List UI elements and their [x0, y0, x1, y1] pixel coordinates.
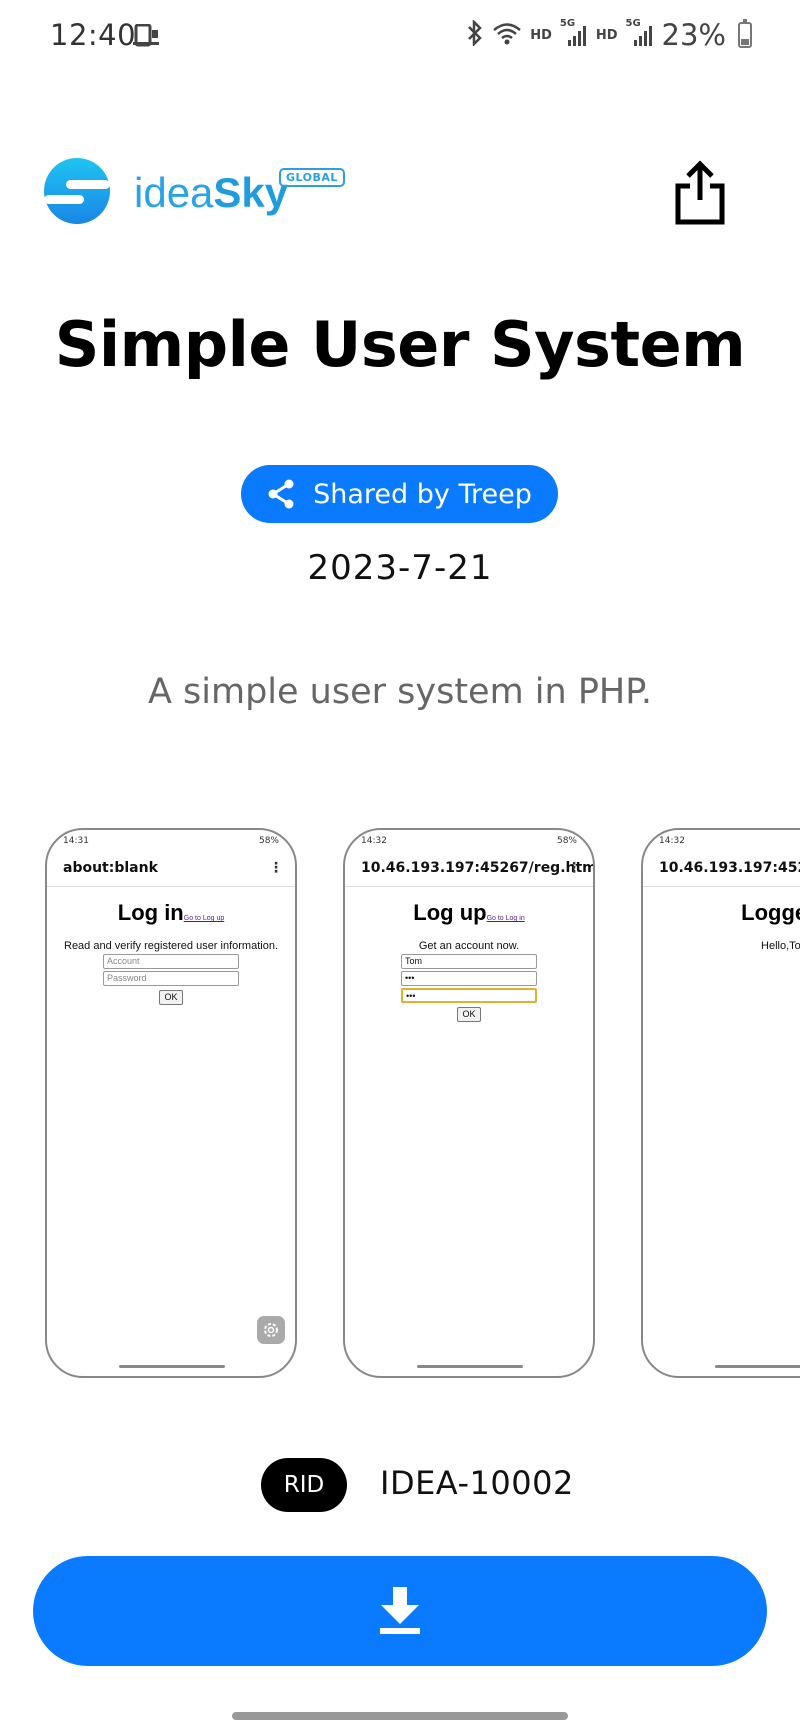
app-description: A simple user system in PHP.	[147, 672, 653, 712]
mini-status-time: 14:32	[659, 836, 685, 846]
battery-percent: 23%	[661, 18, 726, 52]
mini-heading: Logged i	[741, 900, 800, 925]
mini-status-battery: 58%	[556, 836, 577, 846]
mini-input: Account	[103, 954, 239, 969]
mini-input: •••	[401, 988, 537, 1003]
mini-ok-button: OK	[159, 990, 183, 1005]
mini-url: 10.46.193.197:45267/s	[659, 860, 800, 876]
mini-text: Hello,Tom!	[761, 940, 800, 952]
status-icons: HD 5G HD 5G 23%	[466, 18, 752, 52]
logo-global-badge: GLOBAL	[279, 168, 345, 187]
screenshot-login[interactable]: 14:31 58% about:blank ⋮ Log inGo to Log u…	[45, 828, 297, 1378]
ideasky-logo: ideaSky	[44, 158, 288, 224]
download-icon	[380, 1587, 420, 1634]
screen-share-icon	[132, 23, 160, 54]
status-bar: 12:40 HD 5G HD 5G 23%	[0, 0, 800, 78]
mini-status-battery: 58%	[258, 836, 279, 846]
share-icon	[268, 479, 294, 509]
screenshot-logged-in[interactable]: 14:32 10.46.193.197:45267/s Logged i Hel…	[641, 828, 800, 1378]
screenshot-carousel[interactable]: 14:31 58% about:blank ⋮ Log inGo to Log u…	[0, 828, 800, 1380]
page-title: Simple User System	[54, 308, 746, 381]
signal-icon-1: 5G	[560, 18, 588, 48]
mini-input: •••	[401, 971, 537, 986]
kebab-menu-icon: ⋮	[269, 860, 283, 876]
logo-wordmark: ideaSky	[134, 169, 289, 216]
wifi-icon	[492, 20, 522, 50]
mini-url: about:blank	[63, 860, 158, 876]
mini-heading: Log inGo to Log up	[117, 900, 225, 925]
gear-icon	[257, 1316, 285, 1344]
network-label-2: HD	[595, 27, 618, 43]
share-upload-icon	[675, 160, 725, 225]
mini-text: Read and verify registered user informat…	[64, 940, 278, 952]
kebab-menu-icon: ⋮	[567, 860, 581, 876]
screenshot-register[interactable]: 14:32 58% 10.46.193.197:45267/reg.html ⋮ …	[343, 828, 595, 1378]
rid-value: IDEA-10002	[380, 1464, 574, 1502]
share-button[interactable]	[672, 160, 728, 226]
signal-icon-2: 5G	[626, 18, 654, 48]
download-button[interactable]	[33, 1556, 767, 1666]
mini-input: Password	[103, 971, 239, 986]
battery-icon	[738, 19, 752, 48]
home-indicator[interactable]	[232, 1712, 568, 1720]
network-label-1: HD	[530, 27, 552, 43]
shared-by-label: Shared by Treep	[313, 478, 532, 510]
share-date: 2023-7-21	[307, 548, 493, 588]
mini-text: Get an account now.	[418, 940, 520, 952]
status-time: 12:40	[50, 18, 137, 52]
mini-status-time: 14:32	[361, 836, 387, 846]
ideasky-logo-icon	[44, 158, 110, 224]
mini-url: 10.46.193.197:45267/reg.html	[361, 860, 595, 876]
mini-input: Tom	[401, 954, 537, 969]
bluetooth-icon	[466, 18, 484, 50]
shared-by-button[interactable]: Shared by Treep	[241, 465, 558, 523]
rid-badge: RID	[261, 1458, 347, 1512]
mini-ok-button: OK	[457, 1007, 481, 1022]
mini-heading: Log upGo to Log in	[413, 900, 525, 925]
mini-status-time: 14:31	[63, 836, 89, 846]
